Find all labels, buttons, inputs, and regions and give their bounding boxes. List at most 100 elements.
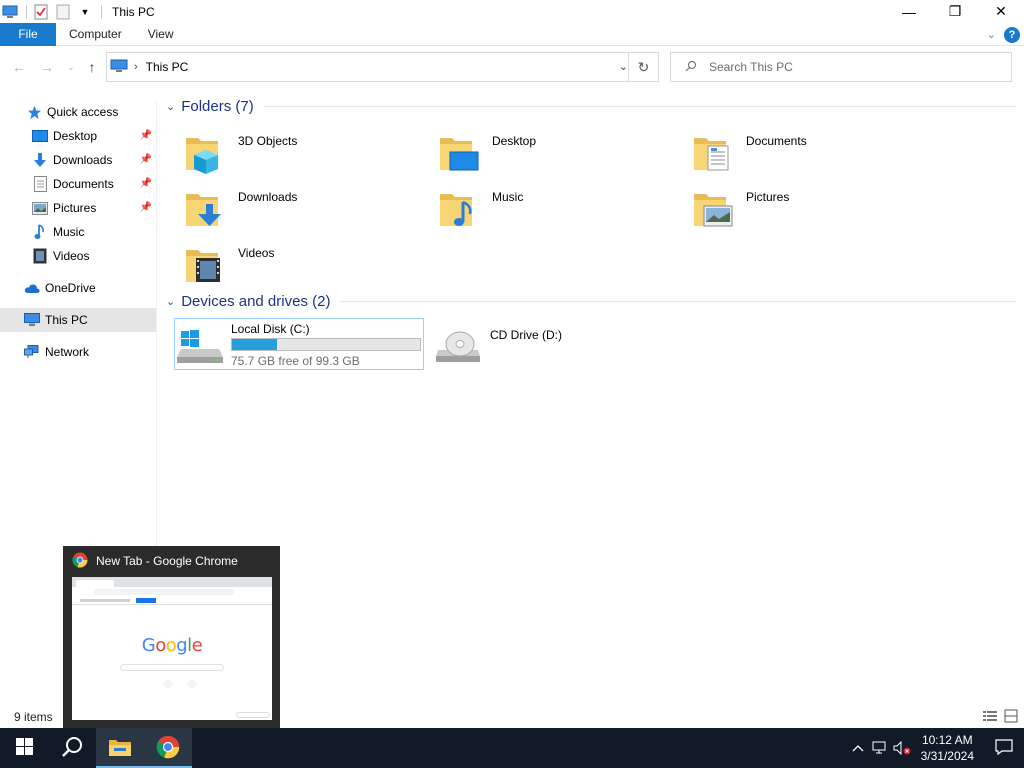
sidebar-item-label: Documents <box>53 177 114 191</box>
sidebar-item-label: Desktop <box>53 129 98 143</box>
sidebar-item-videos[interactable]: Videos <box>0 244 156 268</box>
sidebar-item-music[interactable]: Music <box>0 220 156 244</box>
sidebar-item-quick-access[interactable]: Quick access <box>0 100 156 124</box>
chrome-thumbnail-preview[interactable]: New Tab - Google Chrome Google <box>63 546 280 728</box>
drive-info: Local Disk (C:) 75.7 GB free of 99.3 GB <box>231 319 421 369</box>
preview-omnibox <box>94 589 234 595</box>
folder-documents[interactable]: Documents <box>690 128 940 180</box>
customize-toolbar-dropdown-icon[interactable]: ▼ <box>77 4 93 20</box>
video-icon <box>182 240 230 288</box>
sidebar-item-label: This PC <box>45 313 88 327</box>
help-button[interactable]: ? <box>1004 26 1020 43</box>
minimize-button[interactable]: — <box>886 0 932 23</box>
network-icon <box>24 344 40 360</box>
folder-pictures[interactable]: Pictures <box>690 184 940 236</box>
folder-videos[interactable]: Videos <box>182 240 432 292</box>
sidebar-item-desktop[interactable]: Desktop 📌 <box>0 124 156 148</box>
sidebar-item-onedrive[interactable]: OneDrive <box>0 276 156 300</box>
maximize-button[interactable]: ❐ <box>932 0 978 23</box>
sidebar-item-downloads[interactable]: Downloads 📌 <box>0 148 156 172</box>
refresh-button[interactable]: ↻ <box>628 53 658 81</box>
drive-local-disk-c[interactable]: Local Disk (C:) 75.7 GB free of 99.3 GB <box>174 318 424 370</box>
collapse-chevron-icon[interactable]: ⌄ <box>166 100 175 113</box>
volume-muted-icon[interactable] <box>891 741 913 755</box>
clock[interactable]: 10:12 AM 3/31/2024 <box>921 732 974 764</box>
quick-access-toolbar: ▼ <box>0 0 106 23</box>
search-box[interactable] <box>670 52 1012 82</box>
google-logo-letter: o <box>165 635 177 656</box>
title-bar: ▼ This PC — ❐ ✕ <box>0 0 1024 23</box>
preview-tab <box>76 580 114 587</box>
sidebar-item-pictures[interactable]: Pictures 📌 <box>0 196 156 220</box>
video-icon <box>32 248 48 264</box>
sidebar-item-network[interactable]: Network <box>0 340 156 364</box>
close-button[interactable]: ✕ <box>978 0 1024 23</box>
folder-3d-objects[interactable]: 3D Objects <box>182 128 432 180</box>
music-icon <box>32 224 48 240</box>
computer-icon <box>110 59 128 76</box>
download-icon <box>32 152 48 168</box>
breadcrumb-chevron-icon[interactable]: › <box>134 61 138 73</box>
breadcrumb[interactable]: This PC <box>146 60 189 74</box>
folder-desktop[interactable]: Desktop <box>436 128 686 180</box>
start-button[interactable] <box>0 728 48 768</box>
google-logo-text: Google <box>142 635 203 656</box>
group-divider <box>263 106 1016 107</box>
preview-shortcut <box>164 680 172 688</box>
search-input[interactable] <box>709 60 989 74</box>
address-dropdown-icon[interactable]: ⌄ <box>619 60 628 73</box>
folder-icon <box>108 737 132 760</box>
computer-icon[interactable] <box>2 4 18 20</box>
preview-bookmark <box>80 599 130 602</box>
collapse-chevron-icon[interactable]: ⌄ <box>166 295 175 308</box>
drive-cd-d[interactable]: CD Drive (D:) <box>434 322 684 370</box>
pin-icon[interactable]: 📌 <box>140 178 152 189</box>
computer-icon <box>24 312 40 328</box>
music-icon <box>436 184 484 232</box>
new-folder-icon[interactable] <box>55 4 71 20</box>
folder-downloads[interactable]: Downloads <box>182 184 432 236</box>
search-icon <box>685 60 697 75</box>
network-status-icon[interactable] <box>869 741 891 755</box>
search-button[interactable] <box>48 728 96 768</box>
sidebar-item-this-pc[interactable]: This PC <box>0 308 156 332</box>
properties-icon[interactable] <box>33 4 49 20</box>
search-icon <box>61 736 83 761</box>
hard-drive-icon <box>175 319 225 367</box>
file-explorer-taskbar-button[interactable] <box>96 728 144 768</box>
folder-label: Music <box>492 190 524 204</box>
picture-icon <box>690 184 738 232</box>
forward-arrow-icon[interactable]: → <box>38 58 56 76</box>
chrome-taskbar-button[interactable] <box>144 728 192 768</box>
folders-group-header[interactable]: ⌄ Folders (7) <box>166 98 1016 115</box>
expand-ribbon-chevron-icon[interactable]: ⌄ <box>987 28 996 41</box>
details-view-icon[interactable] <box>982 709 998 726</box>
system-tray: 10:12 AM 3/31/2024 <box>847 728 1024 768</box>
tab-view[interactable]: View <box>135 23 187 46</box>
group-divider <box>340 301 1016 302</box>
tab-file[interactable]: File <box>0 22 56 46</box>
clock-date: 3/31/2024 <box>920 749 974 763</box>
address-bar[interactable]: › This PC ⌄ ↻ <box>106 52 659 82</box>
large-icons-view-icon[interactable] <box>1004 709 1018 726</box>
drives-group-header[interactable]: ⌄ Devices and drives (2) <box>166 293 1016 310</box>
pin-icon[interactable]: 📌 <box>140 130 152 141</box>
ribbon-right: ⌄ ? <box>987 23 1020 46</box>
folder-music[interactable]: Music <box>436 184 686 236</box>
sidebar-item-documents[interactable]: Documents 📌 <box>0 172 156 196</box>
action-center-button[interactable] <box>984 728 1024 768</box>
show-hidden-icons-chevron-icon[interactable] <box>847 744 869 752</box>
pin-icon[interactable]: 📌 <box>140 154 152 165</box>
pin-icon[interactable]: 📌 <box>140 202 152 213</box>
sidebar-item-label: Quick access <box>47 105 119 119</box>
folder-label: 3D Objects <box>238 134 298 148</box>
back-arrow-icon[interactable]: ← <box>10 58 28 76</box>
window-title: This PC <box>112 4 155 19</box>
document-icon <box>690 128 738 176</box>
tab-computer[interactable]: Computer <box>56 23 135 46</box>
item-count: 9 items <box>14 710 53 724</box>
up-arrow-icon[interactable]: ↑ <box>83 58 101 76</box>
recent-locations-chevron-icon[interactable]: ⌄ <box>62 58 80 76</box>
